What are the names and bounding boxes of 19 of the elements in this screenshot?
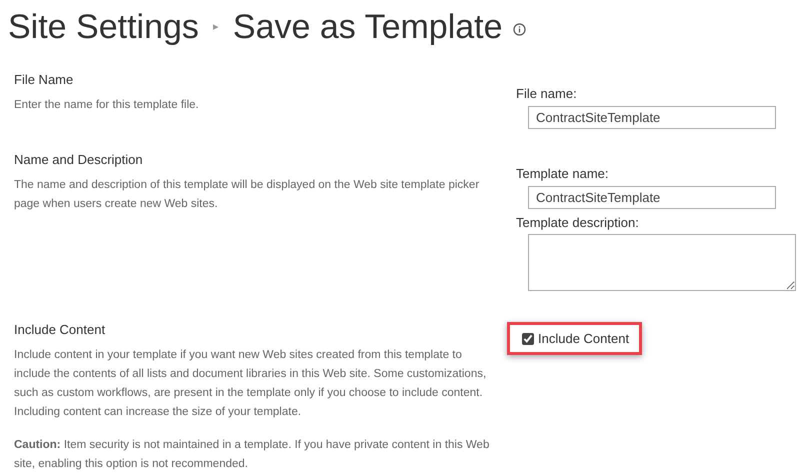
text-field[interactable]: ContractSiteTemplate (528, 106, 776, 128)
breadcrumb-link[interactable]: Site Settings (8, 2, 199, 52)
checkbox-label[interactable]: Include Content (538, 328, 630, 348)
caution-note: Caution: Item security is not maintained in a template. If you have private content in this Web site, enabling this option is not recommended. (14, 438, 490, 472)
section-description: Enter the name for this template file. (14, 98, 200, 112)
breadcrumb-separator: ▸ (212, 20, 219, 35)
include-content-checkbox[interactable] (522, 332, 534, 344)
info-icon[interactable] (512, 22, 526, 36)
text-field[interactable]: ContractSiteTemplate (528, 186, 776, 208)
field-label: Template description: (516, 214, 640, 232)
section-description: The name and description of this template will be displayed on the Web site template picker page when users create new Web sites. (14, 178, 480, 212)
section-title: Include Content (14, 321, 106, 339)
field-label: File name: (516, 85, 578, 103)
section-description: Include content in your template if you want new Web sites created from this template to include the contents of all lists and document libraries in this Web site. Some customizations, such as custom workflows, are present in the template only if you choose to include content. Including content can increase the size of your template. (14, 348, 488, 420)
section-title: Name and Description (14, 151, 144, 169)
section-title: File Name (14, 71, 74, 89)
page-title: Save as Template (232, 6, 503, 48)
description-field[interactable] (528, 234, 796, 291)
field-label: Template name: (516, 165, 610, 183)
